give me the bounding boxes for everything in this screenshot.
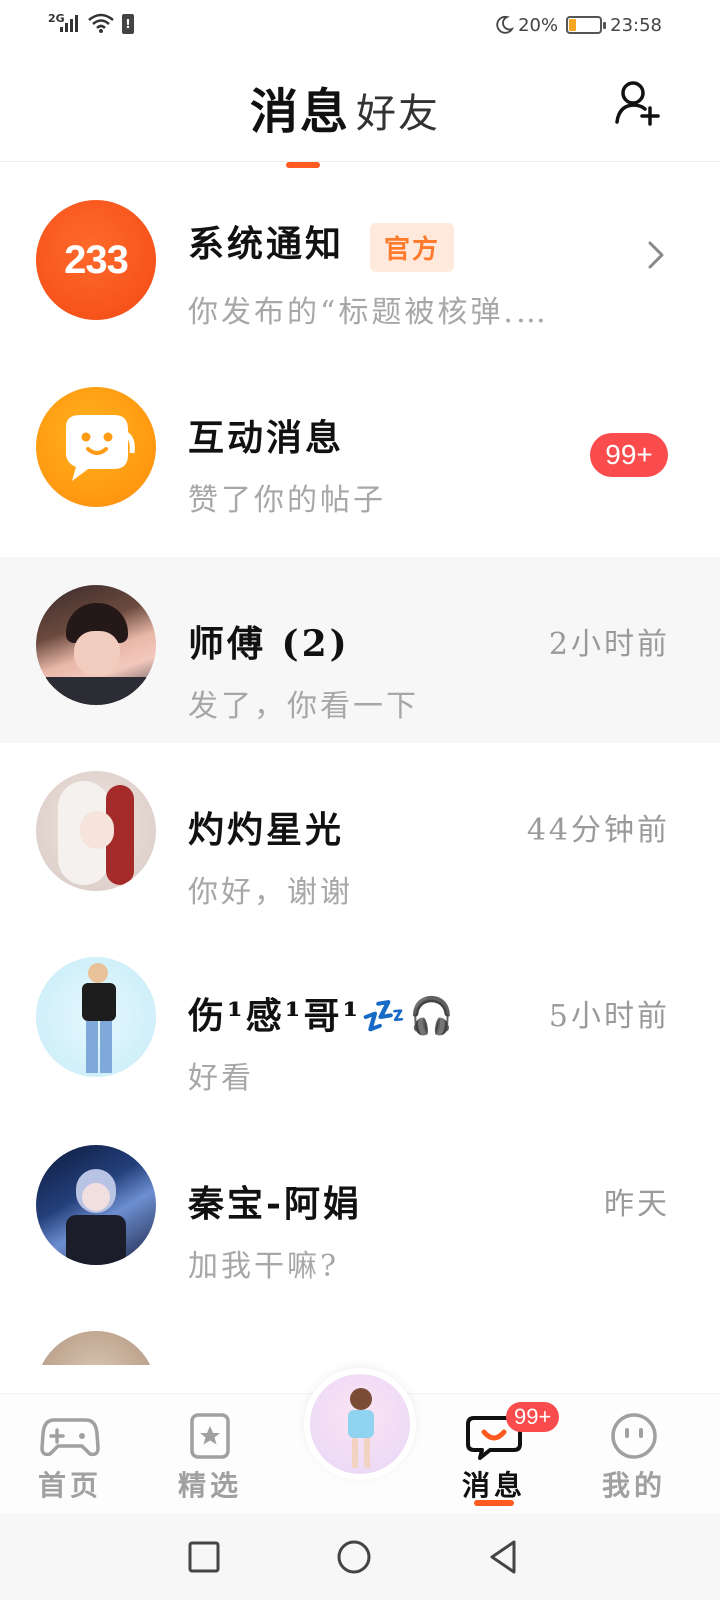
nav-profile[interactable]: 我的 — [574, 1394, 694, 1514]
nav-label: 我的 — [601, 1469, 666, 1502]
message-time: 44分钟前 — [526, 813, 670, 848]
conversation-name: 秦宝-阿娟 — [188, 1183, 362, 1225]
user-avatar — [36, 957, 156, 1077]
battery-icon — [566, 16, 607, 34]
message-preview: 发了，你看一下 — [188, 689, 419, 724]
face-icon — [611, 1413, 657, 1459]
message-time: 5小时前 — [548, 999, 670, 1034]
alert-icon: ! — [122, 14, 134, 34]
conversation-name-text: 系统通知 — [188, 223, 345, 265]
smile-bubble-graphic — [66, 415, 135, 481]
user-avatar — [36, 585, 156, 705]
battery-level — [569, 19, 576, 31]
bottom-nav: 首页 精选 99+ 消息 我的 — [0, 1368, 720, 1514]
active-nav-indicator — [474, 1500, 514, 1506]
list-item-system-notice[interactable]: 233 系统通知 官方 你发布的“标题被核弹.… — [0, 163, 720, 351]
character-avatar — [310, 1374, 410, 1474]
clock: 23:58 — [610, 14, 662, 36]
message-preview: 加我干嘛? — [188, 1249, 340, 1284]
conversation-name: 伤¹感¹哥¹💤🎧 — [188, 995, 457, 1037]
wifi-icon — [88, 13, 114, 33]
tab-messages[interactable]: 消息 — [250, 72, 350, 142]
nav-label: 首页 — [37, 1469, 102, 1502]
recents-square-icon[interactable] — [184, 1537, 224, 1577]
add-user-icon[interactable] — [614, 78, 662, 128]
nav-unread-badge: 99+ — [506, 1402, 560, 1432]
gamepad-icon — [40, 1418, 100, 1457]
app-logo-icon: 233 — [36, 200, 156, 320]
unread-count-badge: 99+ — [590, 433, 668, 477]
center-character-button[interactable] — [304, 1368, 416, 1480]
app-logo-text: 233 — [64, 238, 129, 282]
battery-percent: 20% — [518, 14, 559, 36]
conversation-name: 系统通知 官方 — [188, 215, 455, 272]
moon-icon — [496, 15, 515, 34]
list-item-conversation[interactable]: 秦宝-阿娟 加我干嘛? 昨天 — [0, 1117, 720, 1305]
star-bookmark-icon — [190, 1413, 230, 1459]
user-avatar — [36, 771, 156, 891]
list-item-conversation[interactable]: 伤¹感¹哥¹💤🎧 好看 5小时前 — [0, 929, 720, 1117]
message-time: 2小时前 — [548, 627, 670, 662]
home-circle-icon[interactable] — [334, 1537, 374, 1577]
top-header: 消息 好友 — [0, 50, 720, 168]
tab-friends[interactable]: 好友 — [356, 81, 440, 142]
nav-label: 精选 — [177, 1469, 242, 1502]
chat-bubble-smile-icon — [36, 387, 156, 507]
message-preview: 你好，谢谢 — [188, 875, 353, 910]
header-tabs: 消息 好友 — [250, 72, 440, 168]
nav-messages[interactable]: 99+ 消息 — [434, 1394, 560, 1514]
list-item-conversation[interactable]: 师傅 (2) 发了，你看一下 2小时前 — [0, 557, 720, 743]
conversation-name: 师傅 (2) — [188, 623, 350, 665]
conversation-name: 互动消息 — [188, 417, 345, 459]
signal-icon — [60, 14, 82, 32]
system-nav-bar — [0, 1513, 720, 1600]
nav-featured[interactable]: 精选 — [150, 1394, 270, 1514]
list-item-conversation-partial[interactable] — [0, 1305, 720, 1365]
message-preview: 你发布的“标题被核弹.… — [188, 295, 549, 330]
chevron-right-icon — [648, 241, 664, 269]
official-badge: 官方 — [370, 222, 455, 272]
list-item-interactions[interactable]: 互动消息 赞了你的帖子 99+ — [0, 351, 720, 557]
nav-label: 消息 — [461, 1469, 526, 1502]
conversation-name: 灼灼星光 — [188, 809, 345, 851]
message-preview: 赞了你的帖子 — [188, 483, 386, 518]
nav-home[interactable]: 首页 — [10, 1394, 130, 1514]
message-list: 233 系统通知官方 你发布的“标题被核弹.… 互动消息 赞了你的帖子 99+ — [0, 163, 720, 1365]
message-time: 昨天 — [604, 1187, 670, 1222]
list-item-conversation[interactable]: 灼灼星光 你好，谢谢 44分钟前 — [0, 743, 720, 929]
back-triangle-icon[interactable] — [484, 1537, 524, 1577]
status-bar: 2G ! 20% 23:58 — [0, 0, 720, 50]
user-avatar — [36, 1331, 156, 1365]
user-avatar — [36, 1145, 156, 1265]
message-preview: 好看 — [188, 1061, 254, 1096]
